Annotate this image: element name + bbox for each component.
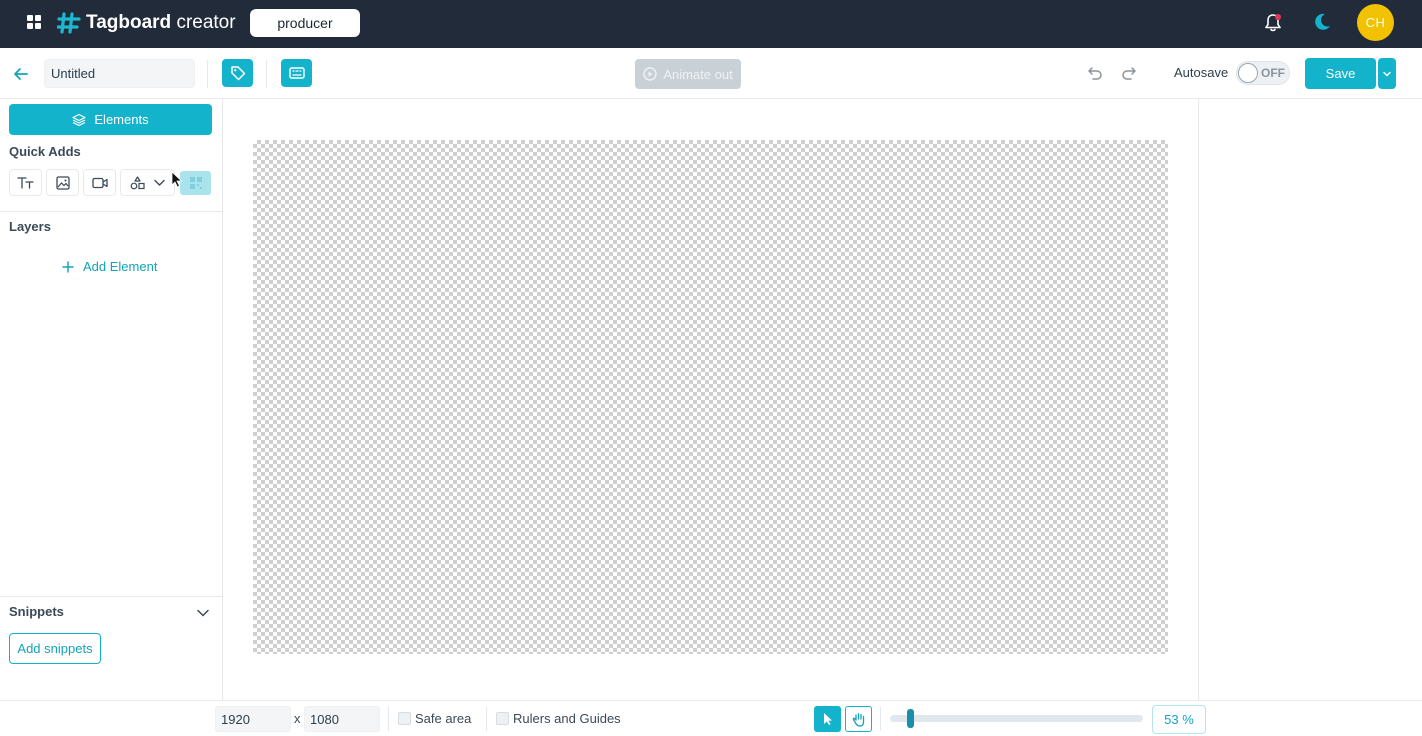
notifications-bell-icon[interactable]	[1262, 12, 1284, 34]
back-arrow-icon[interactable]	[12, 65, 30, 83]
elements-label: Elements	[94, 112, 149, 127]
redo-icon[interactable]	[1121, 65, 1137, 81]
save-button[interactable]: Save	[1305, 58, 1376, 89]
add-qr-code-button[interactable]	[180, 171, 211, 195]
editor-toolbar: Animate out Autosave OFF Save	[0, 48, 1422, 99]
top-bar: Tagboard creator producer CH	[0, 0, 1422, 48]
zoom-level-display[interactable]: 53 %	[1152, 705, 1206, 734]
graphic-title-input[interactable]	[44, 59, 195, 88]
tag-icon	[230, 66, 245, 81]
tagboard-logo-icon	[57, 12, 81, 34]
panel-divider	[0, 211, 222, 212]
brand-bold: Tagboard	[86, 12, 172, 33]
text-icon	[16, 176, 34, 189]
brand-name: Tagboard creator	[86, 12, 236, 34]
add-element-label: Add Element	[83, 259, 158, 274]
add-image-button[interactable]	[46, 169, 79, 196]
safe-area-checkbox[interactable]	[398, 712, 411, 725]
image-icon	[55, 175, 70, 190]
shapes-icon	[130, 175, 145, 189]
panel-divider	[0, 596, 222, 597]
graphic-canvas[interactable]	[253, 140, 1168, 654]
rulers-guides-label: Rulers and Guides	[513, 711, 621, 726]
snippets-title: Snippets	[9, 604, 64, 619]
zoom-slider-track[interactable]	[890, 715, 1143, 722]
safe-area-label: Safe area	[415, 711, 472, 726]
zoom-slider-handle[interactable]	[907, 709, 915, 728]
keyboard-icon	[288, 67, 305, 79]
video-icon	[91, 177, 108, 188]
left-panel: Elements Quick Adds Layers Add Element S…	[0, 99, 223, 700]
plus-icon	[62, 260, 74, 273]
canvas-height-input[interactable]	[304, 706, 380, 732]
chevron-down-icon	[1383, 71, 1391, 77]
pan-tool-button[interactable]	[845, 706, 872, 732]
role-selector[interactable]: producer	[250, 9, 360, 37]
layers-title: Layers	[9, 219, 51, 234]
add-video-button[interactable]	[83, 169, 116, 196]
keyboard-shortcuts-button[interactable]	[281, 59, 312, 87]
right-panel-border	[1198, 99, 1199, 700]
add-element-button[interactable]: Add Element	[62, 259, 157, 274]
tags-button[interactable]	[222, 59, 253, 87]
toolbar-divider	[266, 60, 267, 88]
select-tool-button[interactable]	[814, 706, 841, 732]
snippets-collapse-chevron-icon[interactable]	[196, 606, 210, 620]
hand-icon	[852, 712, 864, 727]
dimension-separator: x	[294, 711, 301, 726]
cursor-arrow-icon	[823, 713, 832, 725]
bottom-divider	[486, 707, 487, 731]
toggle-knob	[1238, 63, 1258, 83]
add-snippets-button[interactable]: Add snippets	[9, 633, 101, 664]
quick-adds-title: Quick Adds	[9, 144, 81, 159]
canvas-width-input[interactable]	[215, 706, 291, 732]
animate-out-button[interactable]: Animate out	[635, 59, 741, 89]
bottom-bar: x Safe area Rulers and Guides 53 %	[0, 700, 1422, 736]
play-circle-icon	[643, 67, 658, 81]
undo-icon[interactable]	[1087, 65, 1103, 81]
animate-out-label: Animate out	[663, 66, 733, 82]
autosave-label: Autosave	[1174, 65, 1229, 80]
autosave-toggle[interactable]: OFF	[1236, 61, 1290, 85]
bottom-divider	[388, 707, 389, 731]
layers-stack-icon	[72, 113, 86, 126]
apps-grid-icon[interactable]	[27, 15, 41, 29]
add-text-button[interactable]	[9, 169, 42, 196]
dark-mode-moon-icon[interactable]	[1312, 12, 1332, 32]
save-options-button[interactable]	[1378, 58, 1396, 89]
autosave-state: OFF	[1261, 66, 1285, 80]
rulers-guides-checkbox[interactable]	[496, 712, 509, 725]
qr-code-icon	[189, 177, 202, 189]
brand-light: creator	[176, 12, 236, 33]
user-avatar[interactable]: CH	[1357, 4, 1394, 41]
toolbar-divider	[207, 60, 208, 88]
elements-tab-button[interactable]: Elements	[9, 104, 212, 135]
mouse-pointer-icon	[171, 171, 183, 188]
bottom-divider	[880, 707, 881, 731]
chevron-down-icon	[154, 179, 165, 186]
add-shape-dropdown[interactable]	[120, 169, 175, 196]
